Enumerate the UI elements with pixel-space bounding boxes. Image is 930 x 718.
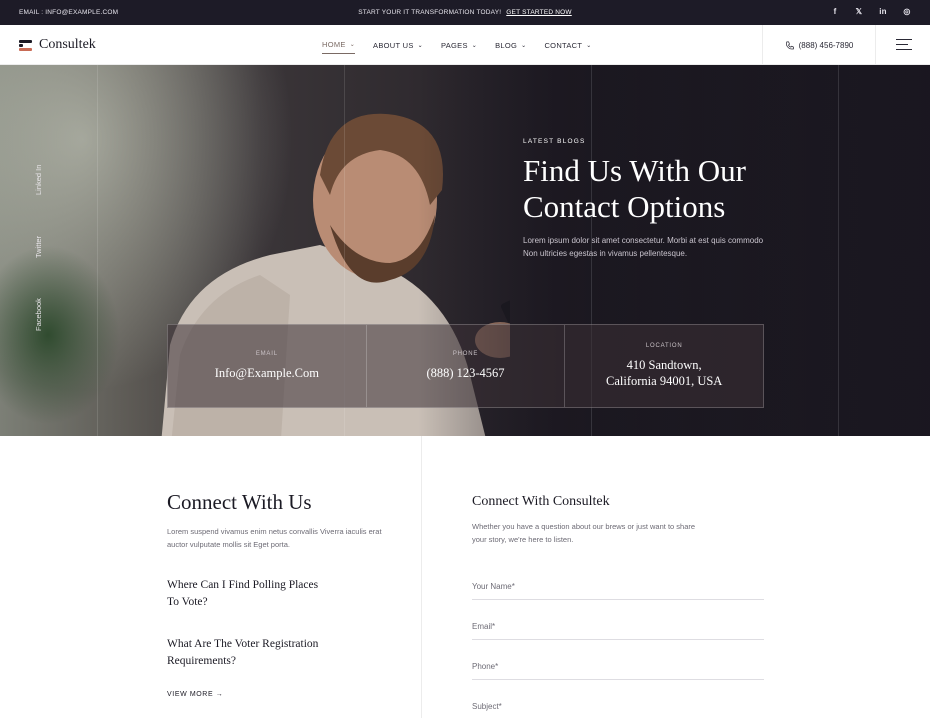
- nav-item-label: BLOG: [495, 40, 518, 50]
- form-title: Connect With Consultek: [472, 494, 610, 509]
- hero-section: Linked In Twitter Facebook LATEST BLOGS …: [0, 65, 930, 436]
- top-bar: EMAIL : INFO@EXAMPLE.COM START YOUR IT T…: [0, 0, 930, 25]
- topbar-promo: START YOUR IT TRANSFORMATION TODAY! GET …: [0, 9, 930, 16]
- connect-title: Connect With Us: [167, 490, 312, 514]
- facebook-icon[interactable]: f: [830, 7, 840, 16]
- view-more-link[interactable]: VIEW MORE →: [167, 691, 223, 698]
- email-field[interactable]: Email*: [472, 614, 764, 640]
- card-value: Info@Example.Com: [214, 366, 319, 380]
- phone-field[interactable]: Phone*: [472, 654, 764, 680]
- card-label: LOCATION: [645, 343, 683, 349]
- hero-text: LATEST BLOGS Find Us With Our Contact Op…: [523, 138, 783, 260]
- nav-menu: HOME ⌄ ABOUT US ⌄ PAGES ⌄ BLOG ⌄ CONTACT ⌄: [322, 40, 592, 54]
- nav-item-label: HOME: [322, 40, 346, 49]
- email-card[interactable]: EMAIL Info@Example.Com: [168, 325, 367, 407]
- chevron-down-icon: ⌄: [471, 42, 478, 49]
- subject-field[interactable]: Subject*: [472, 694, 764, 718]
- card-label: EMAIL: [255, 351, 278, 357]
- topbar-social: f 𝕏 in ◎: [830, 7, 912, 16]
- logo[interactable]: Consultek: [19, 37, 96, 53]
- nav-item-about-us[interactable]: ABOUT US ⌄: [373, 40, 423, 54]
- instagram-icon[interactable]: ◎: [902, 7, 912, 16]
- chevron-down-icon: ⌄: [349, 42, 356, 48]
- linkedin-icon[interactable]: in: [878, 7, 888, 16]
- hero-title-line: Find Us With Our: [523, 153, 746, 188]
- promo-text: START YOUR IT TRANSFORMATION TODAY!: [358, 9, 502, 16]
- card-label: PHONE: [452, 351, 479, 357]
- address-line: 410 Sandtown,: [626, 358, 702, 372]
- side-link-facebook[interactable]: Facebook: [34, 298, 43, 331]
- hero-title: Find Us With Our Contact Options: [523, 153, 783, 225]
- section-divider: [421, 436, 422, 718]
- side-link-linkedin[interactable]: Linked In: [34, 165, 43, 195]
- hero-title-line: Contact Options: [523, 189, 726, 224]
- form-description: Whether you have a question about our br…: [472, 522, 696, 544]
- faq-item-voter-registration[interactable]: What Are The Voter Registration Requirem…: [167, 636, 337, 669]
- contact-cards: EMAIL Info@Example.Com PHONE (888) 123-4…: [167, 324, 764, 408]
- card-value: (888) 123-4567: [426, 366, 505, 380]
- nav-item-pages[interactable]: PAGES ⌄: [441, 40, 477, 54]
- get-started-link[interactable]: GET STARTED NOW: [506, 9, 571, 16]
- nav-phone[interactable]: (888) 456-7890: [762, 25, 876, 65]
- phone-number: (888) 456-7890: [798, 40, 854, 50]
- x-twitter-icon[interactable]: 𝕏: [854, 7, 864, 16]
- nav-item-blog[interactable]: BLOG ⌄: [495, 40, 526, 54]
- nav-item-label: CONTACT: [544, 40, 583, 50]
- card-value: 410 Sandtown, California 94001, USA: [606, 357, 722, 389]
- nav-item-label: ABOUT US: [373, 40, 414, 50]
- chevron-down-icon: ⌄: [521, 42, 527, 49]
- faq-item-polling-places[interactable]: Where Can I Find Polling Places To Vote?: [167, 577, 327, 610]
- logo-text: Consultek: [39, 37, 96, 52]
- phone-card[interactable]: PHONE (888) 123-4567: [367, 325, 566, 407]
- hero-eyebrow: LATEST BLOGS: [523, 138, 586, 145]
- connect-description: Lorem suspend vivamus enim netus convall…: [167, 527, 382, 549]
- hamburger-menu-icon[interactable]: [896, 39, 912, 54]
- location-card[interactable]: LOCATION 410 Sandtown, California 94001,…: [565, 325, 763, 407]
- hero-description: Lorem ipsum dolor sit amet consectetur. …: [523, 236, 764, 258]
- nav-item-contact[interactable]: CONTACT ⌄: [544, 40, 591, 54]
- logo-icon: [19, 39, 33, 52]
- contact-form-header: Connect With Consultek Whether you have …: [472, 494, 764, 546]
- connect-section: Connect With Us Lorem suspend vivamus en…: [167, 490, 397, 551]
- nav-item-home[interactable]: HOME ⌄: [322, 40, 356, 54]
- chevron-down-icon: ⌄: [417, 42, 423, 49]
- side-link-twitter[interactable]: Twitter: [34, 236, 43, 258]
- address-line: California 94001, USA: [606, 374, 723, 388]
- nav-item-label: PAGES: [440, 40, 468, 50]
- main-nav: Consultek HOME ⌄ ABOUT US ⌄ PAGES ⌄ BLOG ⌄ C…: [0, 25, 930, 65]
- phone-icon: [785, 41, 794, 49]
- chevron-down-icon: ⌄: [586, 42, 592, 49]
- name-field[interactable]: Your Name*: [472, 574, 764, 600]
